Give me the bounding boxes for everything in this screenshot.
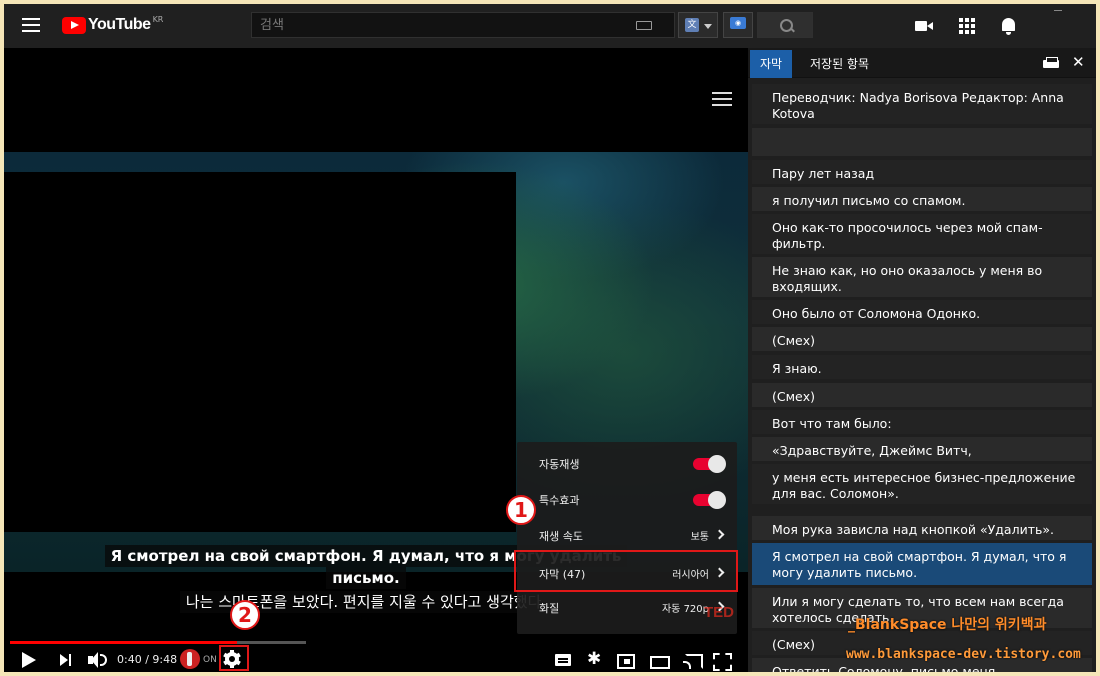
extension-button[interactable]: ◉ [723, 12, 753, 38]
transcript-line[interactable]: Оно было от Соломона Одонко. [752, 300, 1092, 324]
transcript-line[interactable]: Оно как-то просочилось через мой спам-фи… [752, 214, 1092, 254]
transcript-line[interactable]: Моя рука зависла над кнопкой «Удалить». [752, 516, 1092, 540]
autoplay-toggle[interactable] [693, 455, 726, 473]
screenshot-frame: YouTube KR 文 ◉ Я смотрел на свой смартфо… [4, 4, 1096, 672]
ted-logo: TED [704, 604, 734, 621]
notifications-bell-icon[interactable] [999, 16, 1019, 36]
progress-bar[interactable] [10, 641, 306, 644]
youtube-logo[interactable]: YouTube KR [62, 15, 163, 35]
cast-icon[interactable] [683, 652, 703, 669]
transcript-line[interactable]: (Смех) [752, 327, 1092, 351]
step-1-marker: 1 [506, 495, 536, 525]
transcript-line[interactable]: у меня есть интересное бизнес-предложени… [752, 464, 1092, 504]
transcript-line[interactable]: Пару лет назад [752, 160, 1092, 184]
search-input[interactable] [252, 13, 612, 37]
transcript-panel: 자막 저장된 항목 ✕ Переводчик: Nadya Borisova Р… [748, 48, 1096, 672]
miniplayer-icon[interactable] [617, 652, 635, 669]
blog-watermark-url: www.blankspace-dev.tistory.com [846, 647, 1081, 662]
transcript-line[interactable]: Я знаю. [752, 355, 1092, 379]
translate-button[interactable]: 文 [678, 12, 718, 38]
extension-icon: ◉ [730, 17, 746, 29]
transcript-line[interactable]: Не знаю как, но оно оказалось у меня во … [752, 257, 1092, 297]
video-player[interactable]: Я смотрел на свой смартфон. Я думал, что… [4, 48, 748, 672]
progress-played [10, 641, 237, 644]
annotations-toggle[interactable] [693, 491, 726, 509]
chevron-down-icon [704, 24, 712, 29]
settings-autoplay[interactable]: 자동재생 [517, 446, 737, 482]
search-button[interactable] [757, 12, 813, 38]
addon-status: ON [203, 655, 217, 665]
settings-item-value: 보통 [690, 532, 709, 543]
close-icon[interactable]: ✕ [1072, 53, 1085, 71]
settings-item-label: 자동재생 [539, 458, 580, 471]
youtube-play-icon [62, 16, 86, 34]
logo-region: KR [152, 15, 164, 24]
transcript-line[interactable]: (Смех) [752, 383, 1092, 407]
settings-playback-speed[interactable]: 재생 속도 보통 [517, 518, 737, 554]
subtitle-russian-line2: письмо. [326, 567, 406, 589]
highlight-box-subtitles [514, 550, 738, 592]
print-icon[interactable] [1043, 57, 1059, 69]
settings-item-label: 화질 [539, 602, 560, 615]
search-box [251, 12, 675, 38]
tab-subtitles[interactable]: 자막 [750, 50, 793, 78]
settings-item-label: 특수효과 [539, 494, 580, 507]
theater-mode-icon[interactable] [650, 652, 670, 669]
transcript-line[interactable]: Вот что там было: [752, 410, 1092, 434]
transcript-line[interactable]: я получил письмо со спамом. [752, 187, 1092, 211]
top-bar: YouTube KR 文 ◉ [4, 4, 1096, 48]
gear-icon[interactable] [587, 649, 605, 669]
video-menu-icon[interactable] [712, 92, 732, 106]
top-divider [1054, 10, 1062, 11]
next-icon[interactable] [60, 654, 72, 666]
player-controls: 0:40 / 9:48 ON [4, 648, 748, 672]
apps-icon[interactable] [957, 16, 977, 36]
settings-gear-icon[interactable] [223, 650, 241, 668]
blog-watermark-name: _BlankSpace 나만의 위키백과 [848, 617, 1047, 633]
fullscreen-icon[interactable] [713, 652, 731, 668]
volume-icon[interactable] [88, 652, 108, 668]
chevron-right-icon [714, 529, 725, 540]
step-2-marker: 2 [230, 600, 260, 630]
keyboard-icon[interactable] [636, 21, 652, 30]
logo-text: YouTube [88, 16, 151, 33]
time-display: 0:40 / 9:48 [117, 653, 178, 666]
settings-item-label: 재생 속도 [539, 530, 583, 543]
transcript-line[interactable]: «Здравствуйте, Джеймс Витч, [752, 437, 1092, 461]
language-addon-icon[interactable] [180, 649, 200, 669]
play-icon[interactable] [22, 652, 36, 668]
transcript-tabs: 자막 저장된 항목 ✕ [748, 48, 1096, 78]
transcript-line-active[interactable]: Я смотрел на свой смартфон. Я думал, что… [752, 543, 1092, 585]
create-video-icon[interactable] [914, 16, 934, 36]
transcript-line[interactable] [752, 128, 1092, 156]
video-overlay-box [4, 172, 516, 532]
transcript-line[interactable]: Переводчик: Nadya Borisova Редактор: Ann… [752, 84, 1092, 124]
settings-item-value: 자동 720p [661, 604, 709, 615]
menu-icon[interactable] [22, 18, 40, 32]
tab-saved-items[interactable]: 저장된 항목 [800, 50, 879, 78]
settings-annotations[interactable]: 특수효과 [517, 482, 737, 518]
translate-icon: 文 [685, 18, 699, 32]
subtitles-icon[interactable] [555, 652, 573, 668]
